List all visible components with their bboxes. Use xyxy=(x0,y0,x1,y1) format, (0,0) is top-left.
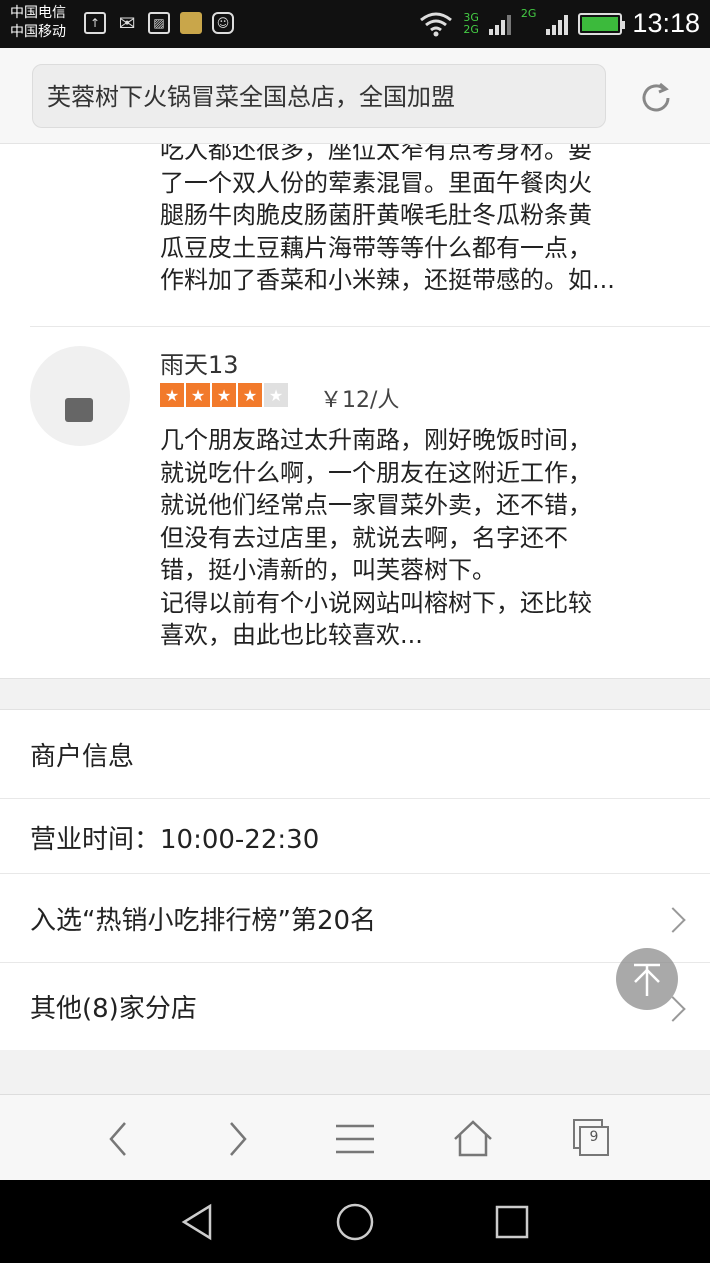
browser-toolbar: 9 xyxy=(0,1094,710,1180)
star-rating: ★ ★ ★ ★ ★ xyxy=(160,383,288,407)
carrier-1: 中国电信 xyxy=(10,5,66,21)
review-line: 但没有去过店里，就说去啊，名字还不 xyxy=(160,523,568,552)
signal-icon-2 xyxy=(546,13,569,35)
back-icon[interactable] xyxy=(97,1117,141,1161)
star-filled-icon: ★ xyxy=(186,383,210,407)
previous-review: 吃人都还很多，座位太窄有点考身材。要 了一个双人份的荤素混冒。里面午餐肉火 腿肠… xyxy=(0,144,710,326)
nav-back-icon[interactable] xyxy=(176,1200,220,1244)
reload-icon[interactable] xyxy=(638,80,674,116)
system-navigation-bar xyxy=(0,1180,710,1263)
review-line: 就说他们经常点一家冒菜外卖，还不错， xyxy=(160,491,592,519)
signal-icon-1 xyxy=(488,13,511,35)
carrier-2: 中国移动 xyxy=(10,24,66,40)
review-username[interactable]: 雨天13 xyxy=(160,345,239,380)
branches-row[interactable]: 其他(8)家分店 xyxy=(0,963,710,1050)
previous-review-text: 吃人都还很多，座位太窄有点考身材。要 了一个双人份的荤素混冒。里面午餐肉火 腿肠… xyxy=(160,144,680,297)
address-bar-area: 芙蓉树下火锅冒菜全国总店，全国加盟 xyxy=(0,48,710,144)
image-icon: ▨ xyxy=(148,12,170,34)
arrow-up-icon xyxy=(634,963,660,996)
network-type-a: 3G 2G xyxy=(463,10,479,36)
review-line: 记得以前有个小说网站叫榕树下，还比较 xyxy=(160,588,592,617)
merchant-info-heading-row: 商户信息 xyxy=(0,710,710,798)
nav-recents-icon[interactable] xyxy=(490,1200,534,1244)
menu-icon[interactable] xyxy=(333,1117,377,1161)
ranking-row[interactable]: 入选“热销小吃排行榜”第20名 xyxy=(0,874,710,962)
carrier-info: 中国电信 中国移动 xyxy=(10,4,66,42)
review-line: 就说吃什么啊，一个朋友在这附近工作， xyxy=(160,458,592,487)
review-line: 了一个双人份的荤素混冒。里面午餐肉火 xyxy=(160,168,592,197)
tabs-button[interactable]: 9 xyxy=(571,1117,615,1161)
review-line: 喜欢，由此也比较喜欢... xyxy=(160,621,423,649)
branches-label: 其他(8)家分店 xyxy=(30,994,197,1024)
clock: 13:18 xyxy=(632,8,700,38)
nav-home-icon[interactable] xyxy=(333,1200,377,1244)
notification-icons: ↑ ✉ ▨ ☺ xyxy=(84,11,234,35)
app-icon xyxy=(180,12,202,34)
upload-icon: ↑ xyxy=(84,12,106,34)
status-bar: 中国电信 中国移动 ↑ ✉ ▨ ☺ 3G 2G 2G 13:18 xyxy=(0,0,710,48)
avatar-rice-ball-icon xyxy=(65,398,93,422)
battery-icon xyxy=(578,12,626,35)
section-separator xyxy=(0,678,710,710)
chevron-right-icon xyxy=(660,907,686,933)
review-divider xyxy=(30,326,710,327)
network-type-b: 2G xyxy=(520,7,537,20)
star-filled-icon: ★ xyxy=(238,383,262,407)
home-icon[interactable] xyxy=(451,1117,495,1161)
merchant-info-heading: 商户信息 xyxy=(30,742,135,772)
review-line: 几个朋友路过太升南路，刚好晚饭时间， xyxy=(160,426,592,454)
page-bottom-spacer xyxy=(0,1050,710,1094)
star-filled-icon: ★ xyxy=(160,383,184,407)
star-filled-icon: ★ xyxy=(212,383,236,407)
business-hours: 营业时间：10:00-22:30 xyxy=(30,825,320,855)
back-to-top-button[interactable] xyxy=(616,948,678,1010)
avatar[interactable] xyxy=(30,346,130,446)
business-hours-row: 营业时间：10:00-22:30 xyxy=(0,799,710,873)
price-per-person: ￥12/人 xyxy=(320,388,400,413)
forward-icon[interactable] xyxy=(215,1117,259,1161)
wifi-icon xyxy=(420,12,453,36)
review-line: 腿肠牛肉脆皮肠菌肝黄喉毛肚冬瓜粉条黄 xyxy=(160,201,592,229)
wechat-icon: ✉ xyxy=(118,11,136,35)
star-empty-icon: ★ xyxy=(264,383,288,407)
review-line: 吃人都还很多，座位太窄有点考身材。要 xyxy=(160,144,592,164)
review-text[interactable]: 几个朋友路过太升南路，刚好晚饭时间， 就说吃什么啊，一个朋友在这附近工作， 就说… xyxy=(160,424,680,652)
review-line: 瓜豆皮土豆藕片海带等等什么都有一点， xyxy=(160,233,592,262)
review-line: 错，挺小清新的，叫芙蓉树下。 xyxy=(160,556,496,584)
address-bar[interactable]: 芙蓉树下火锅冒菜全国总店，全国加盟 xyxy=(32,64,606,128)
cat-app-icon: ☺ xyxy=(212,12,234,34)
review-line: 作料加了香菜和小米辣，还挺带感的。如... xyxy=(160,266,615,294)
ranking-label: 入选“热销小吃排行榜”第20名 xyxy=(30,906,377,936)
tabs-count: 9 xyxy=(589,1129,599,1145)
